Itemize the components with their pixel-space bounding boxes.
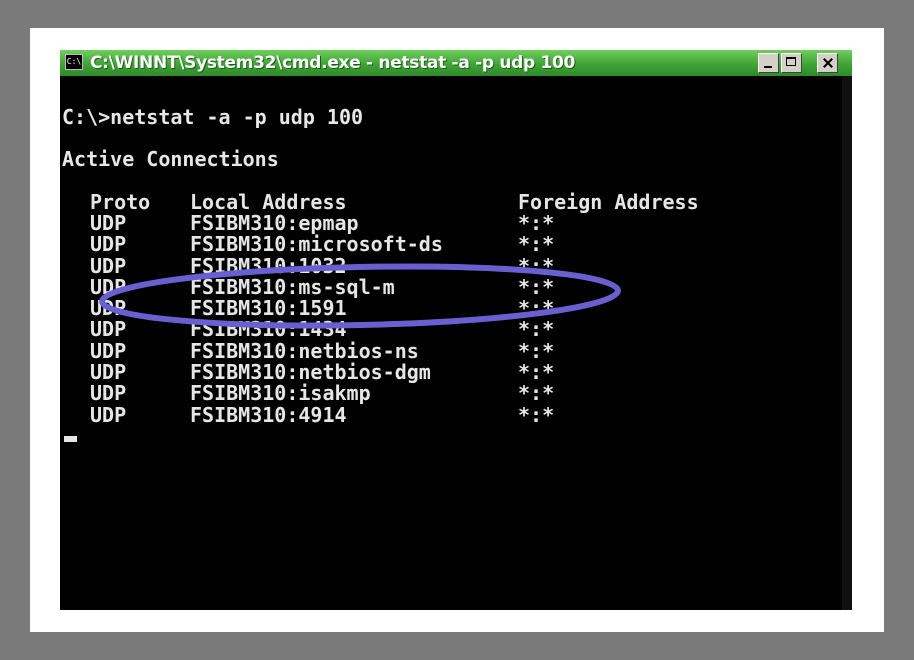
row-foreign-address: *:* [518,211,555,235]
row-proto: UDP [90,338,127,363]
row-local-address: FSIBM310:ms-sql-m [190,274,395,299]
close-button[interactable] [817,53,838,73]
row-proto: UDP [90,317,127,342]
row-proto: UDP [90,360,127,385]
row-local-address: FSIBM310:microsoft-ds [190,232,443,257]
title-bar[interactable]: C:\ C:\WINNT\System32\cmd.exe - netstat … [60,50,852,76]
row-foreign-address: *:* [518,381,555,406]
row-foreign-address: *:* [518,360,555,385]
command-line: C:\>netstat -a -p udp 100 [62,105,364,129]
row-foreign-address: *:* [518,274,555,299]
row-local-address: FSIBM310:1032 [190,253,347,278]
console-app-icon[interactable]: C:\ [65,54,83,70]
row-foreign-address: *:* [518,232,555,257]
row-local-address: FSIBM310:4914 [190,402,347,427]
column-header-foreign-address: Foreign Address [518,190,699,214]
row-proto: UDP [90,253,127,278]
row-local-address: FSIBM310:1434 [190,317,347,342]
text-cursor [64,436,77,442]
row-local-address: FSIBM310:1591 [190,296,347,321]
row-proto: UDP [90,274,127,299]
row-local-address: FSIBM310:epmap [190,211,359,235]
maximize-button[interactable] [781,53,802,73]
row-local-address: FSIBM310:isakmp [190,381,371,406]
row-proto: UDP [90,211,127,235]
row-proto: UDP [90,232,127,257]
row-foreign-address: *:* [518,317,555,342]
row-proto: UDP [90,381,127,406]
row-foreign-address: *:* [518,402,555,427]
row-proto: UDP [90,296,127,321]
minimize-button[interactable] [758,53,779,73]
column-header-proto: Proto [90,190,151,214]
window-right-border [842,76,852,610]
row-local-address: FSIBM310:netbios-dgm [190,360,431,385]
row-proto: UDP [90,402,127,427]
row-local-address: FSIBM310:netbios-ns [190,338,419,363]
column-header-local-address: Local Address [190,190,347,214]
row-foreign-address: *:* [518,253,555,278]
window-title: C:\WINNT\System32\cmd.exe - netstat -a -… [90,53,576,73]
row-foreign-address: *:* [518,296,555,321]
section-title: Active Connections [62,147,279,171]
console-output[interactable]: C:\>netstat -a -p udp 100 Active Connect… [60,76,852,610]
row-foreign-address: *:* [518,338,555,363]
cmd-window: C:\ C:\WINNT\System32\cmd.exe - netstat … [60,50,852,610]
